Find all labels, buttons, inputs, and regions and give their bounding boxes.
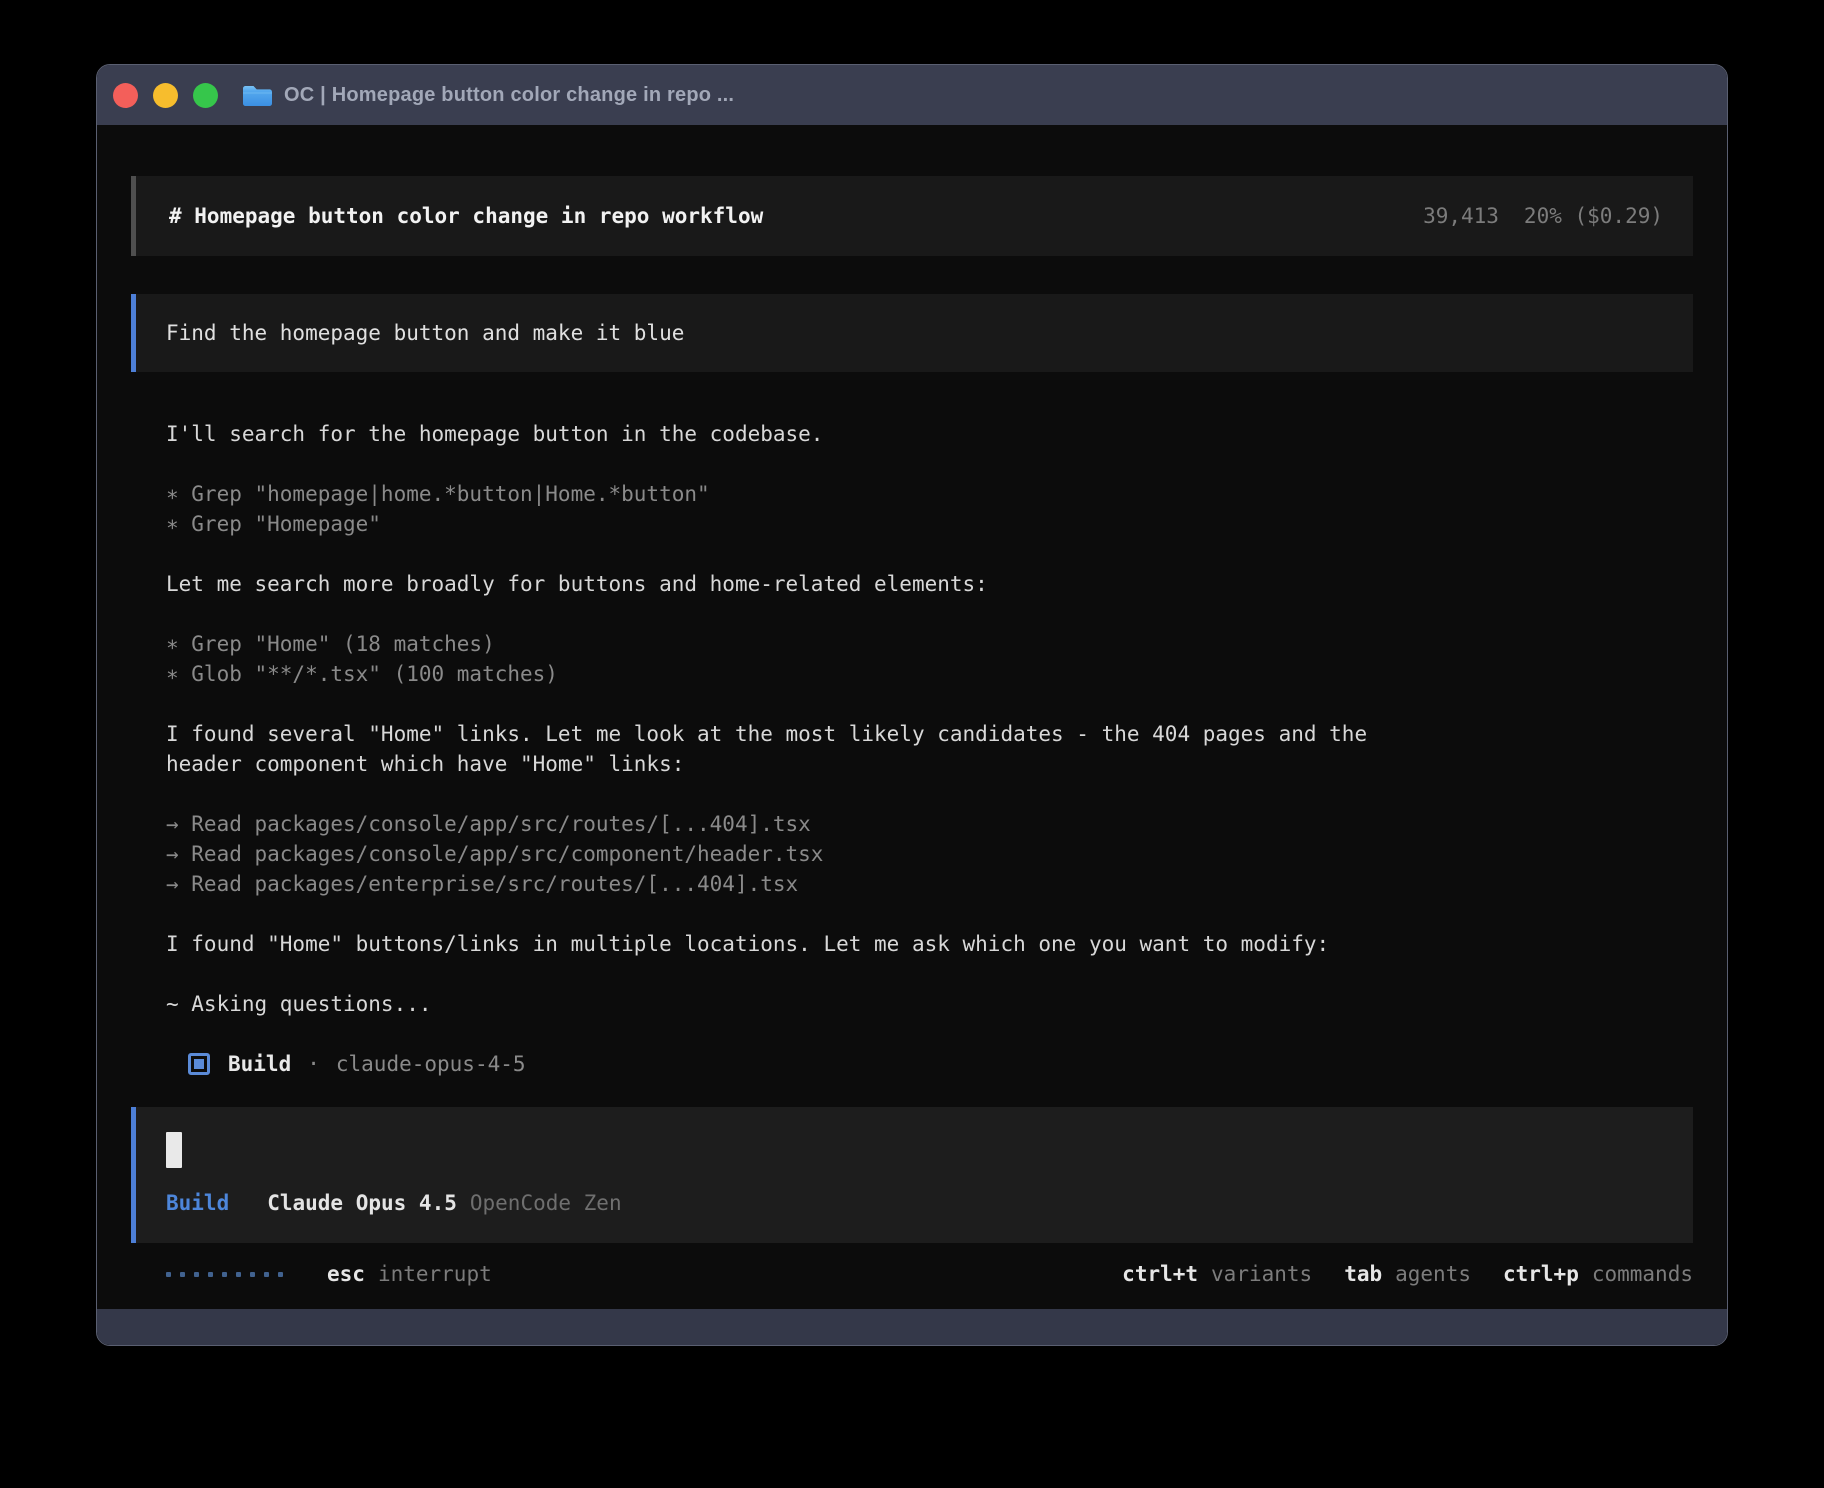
user-message-text: Find the homepage button and make it blu… bbox=[166, 321, 684, 345]
model-name: claude-opus-4-5 bbox=[336, 1049, 526, 1079]
agent-status-line: Build · claude-opus-4-5 bbox=[166, 1049, 1693, 1079]
prompt-provider-label: OpenCode Zen bbox=[470, 1188, 622, 1218]
variants-hint: ctrl+t variants bbox=[1122, 1259, 1312, 1289]
agents-hint: tab agents bbox=[1344, 1259, 1471, 1289]
variants-label: variants bbox=[1211, 1259, 1312, 1289]
interrupt-key: esc bbox=[327, 1259, 365, 1289]
assistant-status-line: ~ Asking questions... bbox=[166, 989, 1693, 1019]
agents-label: agents bbox=[1395, 1259, 1471, 1289]
spinner-dots-icon bbox=[166, 1272, 283, 1277]
tool-call-line: ∗ Grep "homepage|home.*button|Home.*butt… bbox=[166, 479, 1693, 509]
prompt-input[interactable]: Build Claude Opus 4.5 OpenCode Zen bbox=[131, 1107, 1693, 1243]
window-controls bbox=[113, 83, 218, 108]
window-bottom-edge bbox=[97, 1309, 1727, 1345]
commands-hint: ctrl+p commands bbox=[1503, 1259, 1693, 1289]
interrupt-label: interrupt bbox=[378, 1259, 492, 1289]
user-message: Find the homepage button and make it blu… bbox=[131, 294, 1693, 372]
variants-key: ctrl+t bbox=[1122, 1259, 1198, 1289]
assistant-text-line: Let me search more broadly for buttons a… bbox=[166, 569, 1693, 599]
tool-call-line: → Read packages/enterprise/src/routes/[.… bbox=[166, 869, 1693, 899]
status-bar: esc interrupt ctrl+t variants tab agents bbox=[131, 1259, 1693, 1289]
session-header: # Homepage button color change in repo w… bbox=[131, 176, 1693, 256]
agent-square-icon bbox=[188, 1053, 210, 1075]
tool-call-line: → Read packages/console/app/src/componen… bbox=[166, 839, 1693, 869]
commands-key: ctrl+p bbox=[1503, 1259, 1579, 1289]
session-stats: 39,413 20% ($0.29) bbox=[1423, 204, 1663, 228]
assistant-text-line: header component which have "Home" links… bbox=[166, 749, 1693, 779]
window-titlebar[interactable]: OC | Homepage button color change in rep… bbox=[97, 65, 1727, 125]
prompt-agent-label: Build bbox=[166, 1188, 229, 1218]
session-title: # Homepage button color change in repo w… bbox=[169, 204, 763, 228]
commands-label: commands bbox=[1592, 1259, 1693, 1289]
prompt-footer: Build Claude Opus 4.5 OpenCode Zen bbox=[166, 1188, 1663, 1218]
prompt-model-label: Claude Opus 4.5 bbox=[267, 1188, 457, 1218]
folder-icon bbox=[241, 83, 272, 108]
separator-dot: · bbox=[307, 1049, 320, 1079]
window-title: OC | Homepage button color change in rep… bbox=[284, 84, 734, 107]
tool-call-line: → Read packages/console/app/src/routes/[… bbox=[166, 809, 1693, 839]
terminal-body: # Homepage button color change in repo w… bbox=[97, 125, 1727, 1346]
desktop: OC | Homepage button color change in rep… bbox=[0, 0, 1824, 1488]
close-button[interactable] bbox=[113, 83, 138, 108]
tool-call-line: ∗ Glob "**/*.tsx" (100 matches) bbox=[166, 659, 1693, 689]
transcript: I'll search for the homepage button in t… bbox=[131, 419, 1693, 1079]
tool-call-line: ∗ Grep "Homepage" bbox=[166, 509, 1693, 539]
agent-name: Build bbox=[228, 1049, 291, 1079]
token-count: 39,413 bbox=[1423, 204, 1499, 228]
terminal-window: OC | Homepage button color change in rep… bbox=[96, 64, 1728, 1346]
assistant-text-line: I found "Home" buttons/links in multiple… bbox=[166, 929, 1693, 959]
context-usage: 20% ($0.29) bbox=[1524, 204, 1663, 228]
agents-key: tab bbox=[1344, 1259, 1382, 1289]
assistant-text-line: I'll search for the homepage button in t… bbox=[166, 419, 1693, 449]
interrupt-hint: esc interrupt bbox=[327, 1259, 492, 1289]
keyboard-hints: ctrl+t variants tab agents ctrl+p comman… bbox=[1122, 1259, 1693, 1289]
assistant-text-line: I found several "Home" links. Let me loo… bbox=[166, 719, 1693, 749]
text-cursor bbox=[166, 1132, 182, 1168]
minimize-button[interactable] bbox=[153, 83, 178, 108]
tool-call-line: ∗ Grep "Home" (18 matches) bbox=[166, 629, 1693, 659]
zoom-button[interactable] bbox=[193, 83, 218, 108]
